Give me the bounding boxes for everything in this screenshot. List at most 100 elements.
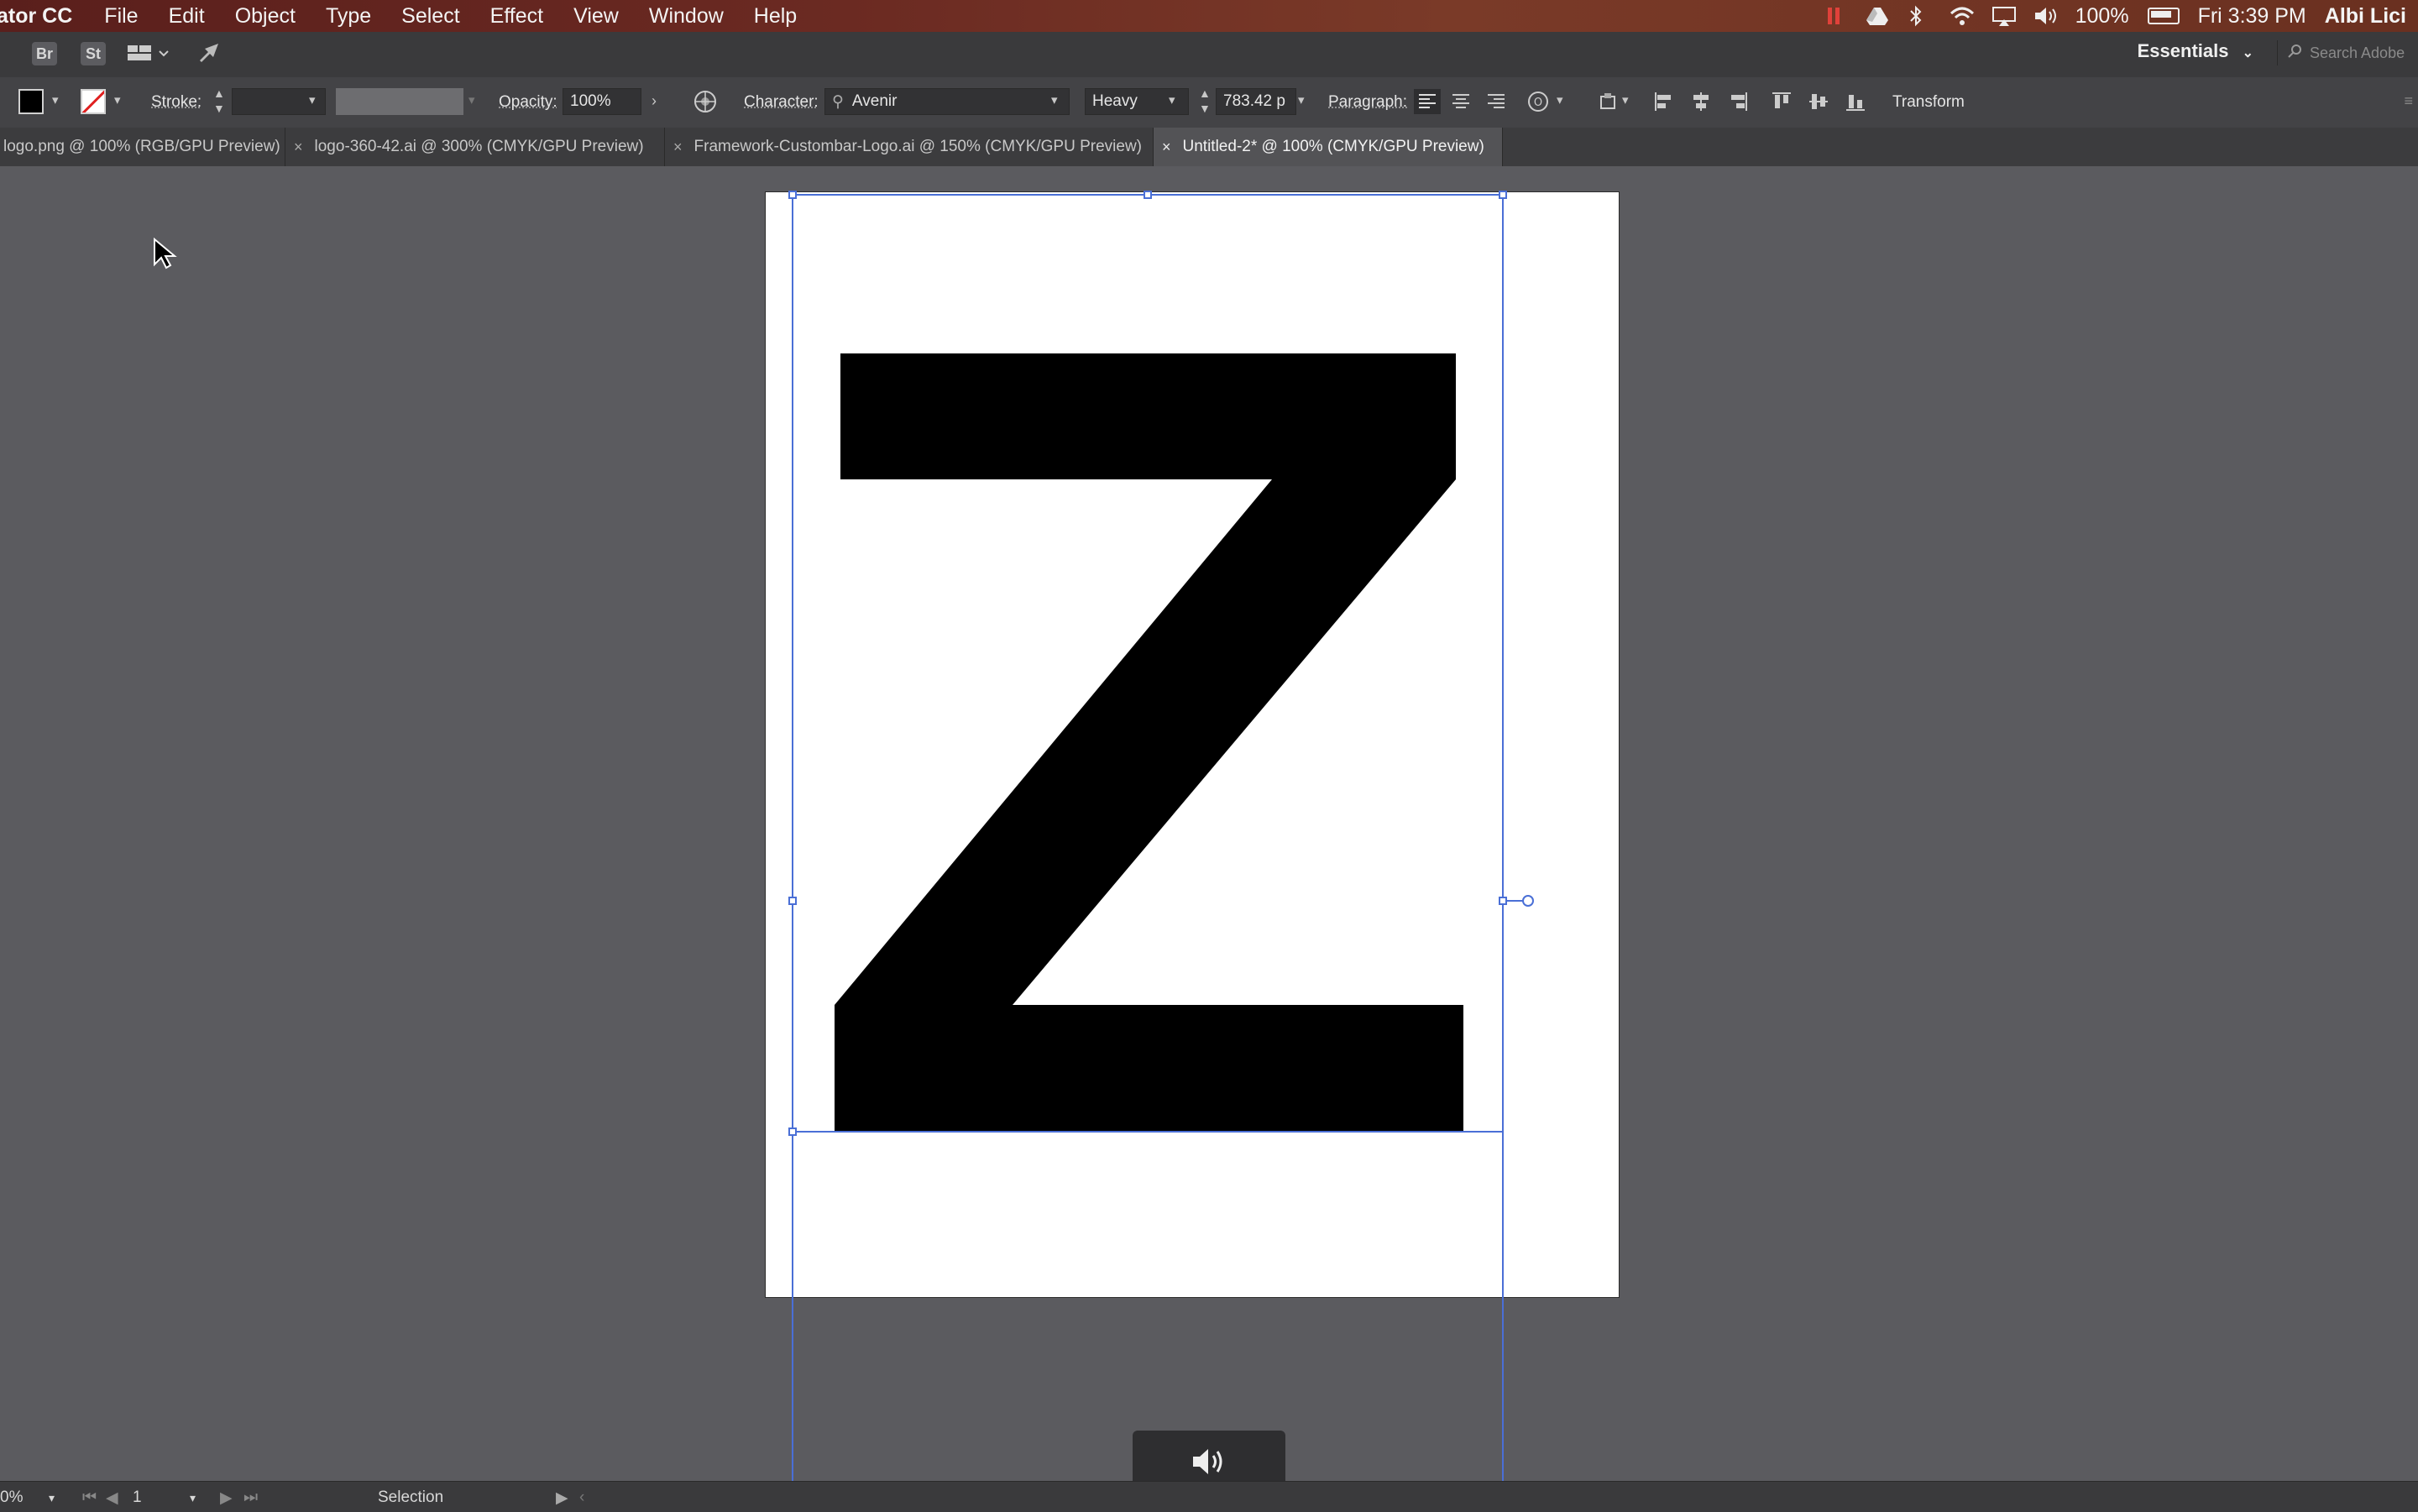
stroke-label[interactable]: Stroke: <box>151 93 202 112</box>
opentype-icon[interactable]: O <box>1525 89 1552 114</box>
transform-link[interactable]: Transform <box>1892 93 1965 112</box>
font-size-stepper[interactable]: ▲ ▼ <box>1199 86 1211 116</box>
zoom-level[interactable]: 0% <box>0 1488 23 1507</box>
zoom-dropdown-icon[interactable]: ▾ <box>49 1491 55 1505</box>
google-drive-icon[interactable] <box>1866 5 1889 27</box>
opacity-field[interactable]: 100% <box>563 88 641 115</box>
horizontal-align-left-icon[interactable] <box>1651 89 1677 114</box>
tab-label: Framework-Custombar-Logo.ai @ 150% (CMYK… <box>694 138 1143 156</box>
menu-file[interactable]: File <box>89 4 153 29</box>
horizontal-align-center-icon[interactable] <box>1688 89 1714 114</box>
align-center-icon[interactable] <box>1447 89 1474 114</box>
close-icon[interactable]: × <box>294 139 303 156</box>
recolor-artwork-icon[interactable] <box>692 89 719 114</box>
bluetooth-icon[interactable] <box>1908 5 1931 27</box>
mouse-pointer-icon <box>153 238 178 275</box>
font-style-dropdown-icon[interactable]: ▾ <box>1169 92 1175 107</box>
battery-percentage[interactable]: 100% <box>2075 4 2129 29</box>
application-bar: Br St Essentials ⌄ Search Adobe <box>0 32 2418 78</box>
arrange-documents-icon[interactable] <box>126 42 170 65</box>
menu-type[interactable]: Type <box>311 4 386 29</box>
workspace-switcher[interactable]: Essentials ⌄ <box>2138 40 2253 62</box>
profile-dropdown-icon[interactable]: ▾ <box>468 92 475 107</box>
previous-artboard-icon[interactable]: ◀ <box>106 1488 118 1508</box>
next-artboard-icon[interactable]: ▶ <box>220 1488 233 1508</box>
stroke-dropdown-icon[interactable]: ▾ <box>114 92 121 107</box>
airplay-icon[interactable] <box>1991 5 2015 27</box>
font-size-field[interactable]: 783.42 p <box>1216 88 1296 115</box>
z-glyph-shape[interactable] <box>835 353 1463 1131</box>
volume-icon[interactable] <box>2033 5 2057 27</box>
font-family-field[interactable]: ⚲ Avenir <box>824 88 1070 115</box>
stroke-weight-stepper[interactable]: ▲ ▼ <box>213 86 225 116</box>
artboard-dropdown-icon[interactable]: ▾ <box>190 1491 196 1505</box>
document-tab-bar: logo.png @ 100% (RGB/GPU Preview) × logo… <box>0 128 2418 167</box>
panel-menu-icon[interactable]: ≡ <box>2404 92 2413 110</box>
menu-edit[interactable]: Edit <box>154 4 220 29</box>
opentype-dropdown-icon[interactable]: ▾ <box>1557 92 1563 107</box>
battery-icon[interactable] <box>2148 8 2180 24</box>
wifi-icon[interactable] <box>1950 5 1973 27</box>
font-family-value: Avenir <box>852 92 898 111</box>
tab-logo-png[interactable]: logo.png @ 100% (RGB/GPU Preview) <box>0 128 285 166</box>
align-right-icon[interactable] <box>1483 89 1510 114</box>
stroke-weight-dropdown-icon[interactable]: ▾ <box>309 92 316 107</box>
artboard[interactable]: Z <box>765 191 1620 1298</box>
svg-text:O: O <box>1534 97 1542 109</box>
character-label[interactable]: Character: <box>744 93 819 112</box>
tab-framework-custombar-logo[interactable]: × Framework-Custombar-Logo.ai @ 150% (CM… <box>665 128 1154 166</box>
first-artboard-icon[interactable]: ⏮ <box>82 1488 97 1507</box>
stock-button[interactable]: St <box>81 42 106 65</box>
search-icon: ⚲ <box>832 92 844 112</box>
menu-effect[interactable]: Effect <box>475 4 558 29</box>
clock[interactable]: Fri 3:39 PM <box>2198 4 2306 29</box>
menu-select[interactable]: Select <box>386 4 474 29</box>
menu-window[interactable]: Window <box>634 4 739 29</box>
canvas-area[interactable]: Z <box>0 166 2418 1481</box>
stroke-color-swatch[interactable] <box>81 89 106 114</box>
status-bar: 0% ▾ ⏮ ◀ 1 ▾ ▶ ⏭ Selection ▶ ‹ <box>0 1481 2418 1512</box>
tab-untitled-2[interactable]: × Untitled-2* @ 100% (CMYK/GPU Preview) <box>1154 128 1503 166</box>
opacity-expand-icon[interactable]: › <box>652 92 657 110</box>
menu-view[interactable]: View <box>558 4 634 29</box>
bridge-button[interactable]: Br <box>32 42 57 65</box>
status-menu-icon[interactable]: ▶ <box>556 1488 568 1508</box>
gpu-performance-icon[interactable] <box>196 40 222 65</box>
status-menus: 100% Fri 3:39 PM Albi Lici <box>1824 0 2418 32</box>
vertical-align-top-icon[interactable] <box>1768 89 1795 114</box>
artboard-number[interactable]: 1 <box>133 1488 142 1507</box>
opacity-label[interactable]: Opacity: <box>499 93 557 112</box>
horizontal-align-right-icon[interactable] <box>1725 89 1751 114</box>
align-to-dropdown-icon[interactable]: ▾ <box>1622 92 1629 107</box>
align-to-selection-icon[interactable] <box>1597 89 1624 114</box>
tab-logo-360-42[interactable]: × logo-360-42.ai @ 300% (CMYK/GPU Previe… <box>285 128 665 166</box>
menu-object[interactable]: Object <box>220 4 311 29</box>
app-name-menu[interactable]: ator CC <box>0 4 89 29</box>
vertical-align-center-icon[interactable] <box>1805 89 1832 114</box>
menu-help[interactable]: Help <box>739 4 812 29</box>
tab-label: logo.png @ 100% (RGB/GPU Preview) <box>3 138 280 156</box>
close-icon[interactable]: × <box>1162 139 1171 156</box>
artboard-artwork <box>766 192 1620 1299</box>
font-size-dropdown-icon[interactable]: ▾ <box>1298 92 1305 107</box>
fill-color-swatch[interactable] <box>18 89 44 114</box>
speaker-icon <box>1191 1446 1227 1482</box>
recording-indicator-icon[interactable] <box>1824 5 1847 27</box>
scroll-left-icon[interactable]: ‹ <box>579 1488 584 1507</box>
chevron-down-icon: ⌄ <box>2243 46 2253 60</box>
align-left-icon[interactable] <box>1414 89 1441 114</box>
workspace-label: Essentials <box>2138 40 2229 61</box>
font-family-dropdown-icon[interactable]: ▾ <box>1051 92 1058 107</box>
search-icon <box>2288 44 2303 63</box>
menu-bar: ator CC File Edit Object Type Select Eff… <box>0 0 2418 32</box>
close-icon[interactable]: × <box>673 139 683 156</box>
vertical-align-bottom-icon[interactable] <box>1842 89 1869 114</box>
current-tool-status[interactable]: Selection <box>378 1488 443 1507</box>
user-name[interactable]: Albi Lici <box>2325 4 2406 29</box>
variable-width-profile[interactable] <box>336 88 463 115</box>
search-adobe-stock[interactable]: Search Adobe <box>2277 40 2418 65</box>
fill-dropdown-icon[interactable]: ▾ <box>52 92 59 107</box>
tab-label: Untitled-2* @ 100% (CMYK/GPU Preview) <box>1183 138 1484 156</box>
paragraph-label[interactable]: Paragraph: <box>1328 93 1407 112</box>
last-artboard-icon[interactable]: ⏭ <box>243 1488 258 1507</box>
